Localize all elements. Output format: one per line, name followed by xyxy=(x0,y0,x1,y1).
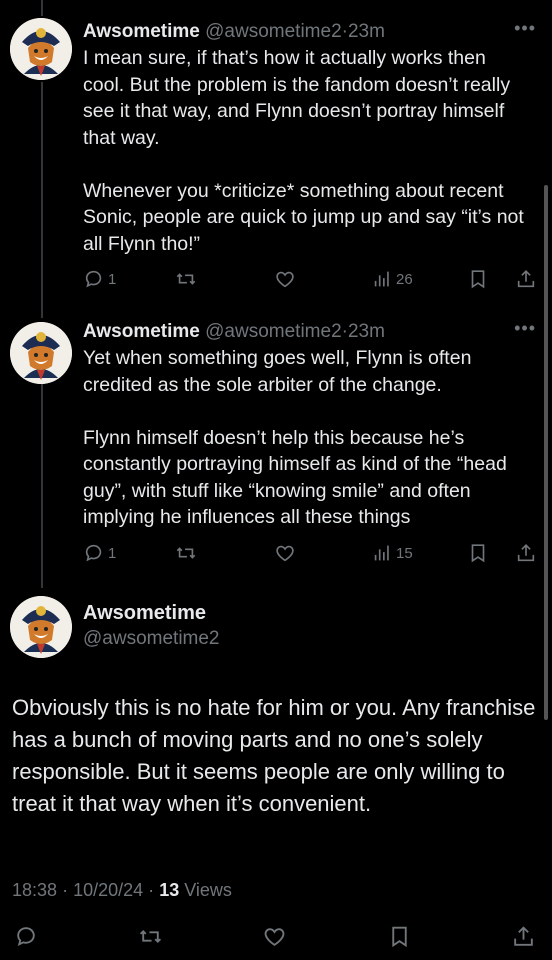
tweet-text: I mean sure, if that’s how it actually w… xyxy=(83,47,524,255)
reply-icon xyxy=(85,544,102,562)
thread-line-1 xyxy=(41,82,43,318)
retweet-button[interactable] xyxy=(175,265,197,293)
views-icon xyxy=(374,545,389,561)
retweet-icon xyxy=(176,547,196,559)
main-tweet-actions xyxy=(0,922,552,954)
heart-icon xyxy=(264,927,285,946)
avatar[interactable] xyxy=(10,322,72,384)
heart-icon xyxy=(276,545,294,562)
avatar-image xyxy=(10,322,72,384)
display-name[interactable]: Awsometime xyxy=(83,321,200,342)
reply-count: 1 xyxy=(108,270,117,288)
views-icon xyxy=(374,271,389,287)
retweet-icon xyxy=(176,273,196,285)
tweet-actions: 1 15 xyxy=(83,539,542,567)
separator: · xyxy=(148,880,155,900)
views-button[interactable]: 26 xyxy=(371,265,413,293)
separator: · xyxy=(62,880,69,900)
date[interactable]: 10/20/24 xyxy=(73,880,143,900)
timestamp-line: 18:38 · 10/20/24 · 13 Views xyxy=(12,880,232,901)
display-name[interactable]: Awsometime xyxy=(83,21,200,42)
timestamp[interactable]: 23m xyxy=(348,21,385,42)
reply-count: 1 xyxy=(108,544,117,562)
like-button[interactable] xyxy=(262,922,287,950)
bookmark-button[interactable] xyxy=(387,922,412,950)
share-button[interactable] xyxy=(515,265,537,293)
bookmark-button[interactable] xyxy=(467,265,489,293)
tweet-header: Awsometime @awsometime2·23m xyxy=(83,20,385,44)
retweet-button[interactable] xyxy=(138,922,163,950)
handle[interactable]: @awsometime2 xyxy=(83,628,220,650)
handle[interactable]: @awsometime2 xyxy=(205,21,342,42)
bookmark-icon xyxy=(392,926,407,947)
views-label: Views xyxy=(184,880,232,900)
like-button[interactable] xyxy=(274,265,296,293)
avatar[interactable] xyxy=(10,596,72,658)
bookmark-button[interactable] xyxy=(467,539,489,567)
share-icon xyxy=(517,544,535,562)
timestamp[interactable]: 23m xyxy=(348,321,385,342)
reply-button[interactable] xyxy=(14,922,39,950)
avatar[interactable] xyxy=(10,18,72,80)
handle[interactable]: @awsometime2 xyxy=(205,321,342,342)
scrollbar[interactable] xyxy=(544,185,548,720)
bookmark-icon xyxy=(471,270,485,289)
tweet-text: Yet when something goes well, Flynn is o… xyxy=(83,347,507,528)
retweet-icon xyxy=(139,929,162,943)
time[interactable]: 18:38 xyxy=(12,880,57,900)
share-icon xyxy=(517,270,535,288)
reply-icon xyxy=(17,926,35,946)
bookmark-icon xyxy=(471,544,485,563)
like-button[interactable] xyxy=(274,539,296,567)
more-options-icon[interactable]: ••• xyxy=(514,318,536,339)
share-button[interactable] xyxy=(511,922,536,950)
reply-button[interactable]: 1 xyxy=(83,265,116,293)
reply-button[interactable]: 1 xyxy=(83,539,116,567)
avatar-image xyxy=(10,18,72,80)
share-icon xyxy=(514,925,533,946)
thread-line-2 xyxy=(41,376,43,588)
avatar-image xyxy=(10,596,72,658)
heart-icon xyxy=(276,271,294,288)
reply-icon xyxy=(85,270,102,288)
tweet-actions: 1 26 xyxy=(83,265,542,293)
views-button[interactable]: 15 xyxy=(371,539,413,567)
thread-line-top xyxy=(41,0,43,16)
views-count: 26 xyxy=(396,270,413,288)
tweet-header: Awsometime @awsometime2·23m xyxy=(83,320,385,344)
tweet-text: Obviously this is no hate for him or you… xyxy=(12,695,542,816)
retweet-button[interactable] xyxy=(175,539,197,567)
share-button[interactable] xyxy=(515,539,537,567)
display-name[interactable]: Awsometime xyxy=(83,602,206,625)
more-options-icon[interactable]: ••• xyxy=(514,18,536,39)
views-count: 15 xyxy=(396,544,413,562)
views-count[interactable]: 13 xyxy=(159,880,179,900)
